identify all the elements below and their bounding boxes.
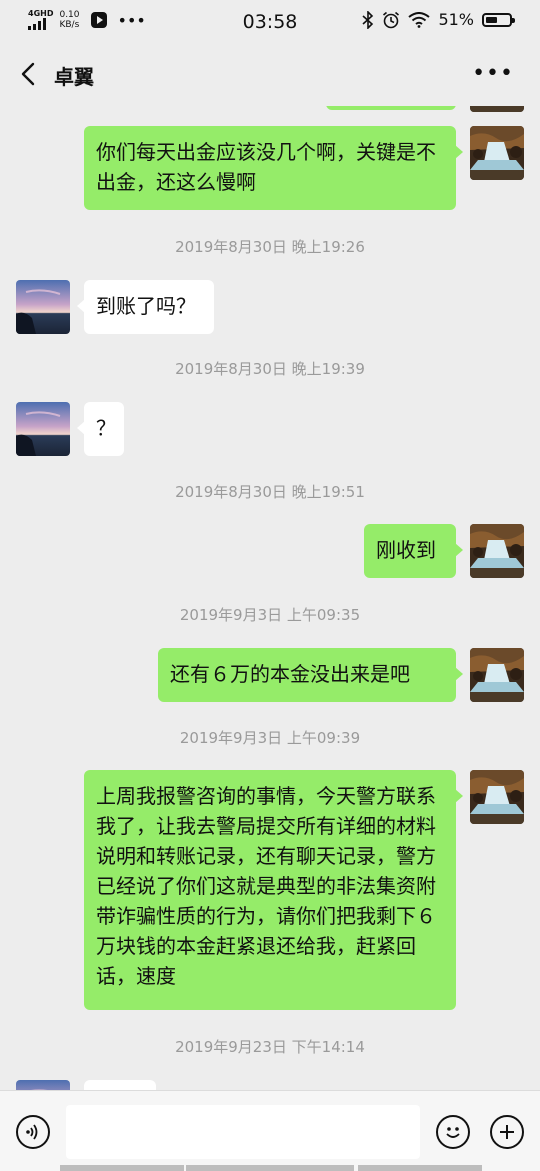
my-avatar[interactable]	[470, 106, 524, 112]
more-options-icon[interactable]: •••	[472, 61, 514, 86]
title-bar: 卓翼 •••	[0, 44, 540, 106]
chat-title: 卓翼	[54, 65, 94, 89]
nav-hint-bar	[358, 1165, 482, 1171]
incoming-message-bubble[interactable]: 到账了吗？	[77, 280, 214, 334]
emoji-icon[interactable]	[436, 1115, 470, 1149]
my-avatar[interactable]	[470, 126, 524, 180]
outgoing-message-bubble-partial[interactable]	[326, 106, 456, 110]
back-arrow-icon[interactable]	[14, 59, 44, 89]
chat-messages[interactable]: 你们每天出金应该没几个啊，关键是不出金，还这么慢啊 2019年8月30日 晚上19…	[0, 106, 540, 1090]
voice-icon[interactable]	[16, 1115, 50, 1149]
input-bar	[0, 1090, 540, 1171]
message-timestamp: 2019年9月23日 下午14:14	[175, 1038, 365, 1056]
message-input[interactable]	[66, 1105, 420, 1159]
incoming-message-bubble-partial[interactable]	[84, 1080, 156, 1090]
my-avatar[interactable]	[470, 648, 524, 702]
battery-icon	[482, 12, 515, 27]
nav-hint-bar	[186, 1165, 354, 1171]
incoming-message-bubble[interactable]: ？	[77, 402, 124, 456]
outgoing-message-bubble[interactable]: 你们每天出金应该没几个啊，关键是不出金，还这么慢啊	[84, 126, 463, 210]
wifi-icon	[408, 11, 431, 28]
contact-avatar[interactable]	[16, 280, 70, 334]
plus-icon[interactable]	[490, 1115, 524, 1149]
message-timestamp: 2019年8月30日 晚上19:51	[175, 483, 365, 501]
my-avatar[interactable]	[470, 524, 524, 578]
message-timestamp: 2019年8月30日 晚上19:39	[175, 360, 365, 378]
outgoing-message-bubble[interactable]: 还有６万的本金没出来是吧	[158, 648, 463, 702]
contact-avatar[interactable]	[16, 1080, 70, 1090]
my-avatar[interactable]	[470, 770, 524, 824]
status-bar: 4GHD 0.10 KB/s ••• 03:58 51%	[0, 0, 540, 44]
message-timestamp: 2019年9月3日 上午09:39	[179, 729, 361, 747]
outgoing-message-bubble[interactable]: 刚收到	[364, 524, 463, 578]
battery-fill	[486, 16, 497, 23]
contact-avatar[interactable]	[16, 402, 70, 456]
nav-hint-bar	[60, 1165, 184, 1171]
message-timestamp: 2019年9月3日 上午09:35	[179, 606, 361, 624]
alarm-icon	[383, 11, 400, 28]
bluetooth-icon	[362, 10, 374, 29]
battery-percent: 51%	[438, 10, 474, 29]
outgoing-message-bubble[interactable]: 上周我报警咨询的事情，今天警方联系我了，让我去警局提交所有详细的材料说明和转账记…	[84, 770, 463, 1010]
message-timestamp: 2019年8月30日 晚上19:26	[175, 238, 365, 256]
